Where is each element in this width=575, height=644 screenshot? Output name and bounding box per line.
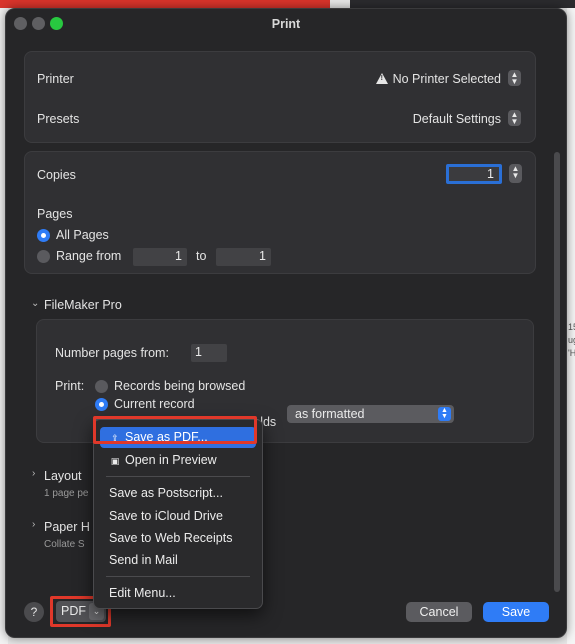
background-app-bar-red bbox=[0, 0, 330, 8]
help-button[interactable]: ? bbox=[24, 602, 44, 622]
cancel-button[interactable]: Cancel bbox=[406, 602, 472, 622]
range-from-label: Range from bbox=[56, 249, 122, 263]
menu-item-send-in-mail[interactable]: Send in Mail bbox=[100, 550, 256, 571]
menu-item-open-in-preview[interactable]: ▣ Open in Preview bbox=[100, 450, 256, 471]
copies-pages-panel: Copies 1 ▲ ▼ Pages All Pages Range from 1… bbox=[24, 151, 536, 274]
formatted-value: as formatted bbox=[295, 407, 365, 421]
layout-section-subtitle: 1 page pe bbox=[44, 488, 89, 499]
pdf-dropdown-menu: ⇪ Save as PDF... ▣ Open in Preview Save as… bbox=[93, 419, 263, 609]
print-label: Print: bbox=[55, 379, 85, 393]
chevron-down-icon[interactable]: ⌄ bbox=[31, 298, 39, 309]
scrollbar[interactable] bbox=[554, 152, 560, 592]
print-dialog: Print Printer ! No Printer Selected ▲ ▼ Pr… bbox=[5, 8, 567, 638]
copies-label: Copies bbox=[37, 168, 76, 182]
filemaker-section-header[interactable]: FileMaker Pro bbox=[44, 298, 122, 312]
background-text-fragment: 'H bbox=[568, 348, 575, 358]
menu-item-edit-menu[interactable]: Edit Menu... bbox=[100, 583, 256, 604]
up-down-chevron-icon: ▲ ▼ bbox=[438, 407, 451, 421]
paper-section-header[interactable]: Paper H bbox=[44, 520, 90, 534]
all-pages-radio[interactable] bbox=[37, 229, 50, 242]
records-browsed-radio[interactable] bbox=[95, 380, 108, 393]
warning-icon: ! bbox=[375, 73, 388, 84]
chevron-right-icon[interactable]: › bbox=[32, 468, 35, 479]
all-pages-label: All Pages bbox=[56, 228, 109, 242]
number-pages-label: Number pages from: bbox=[55, 346, 169, 360]
menu-separator bbox=[106, 476, 250, 477]
menu-item-label: Open in Preview bbox=[125, 453, 217, 467]
printer-value: No Printer Selected bbox=[392, 72, 501, 86]
up-down-chevron-icon[interactable]: ▲ ▼ bbox=[508, 70, 521, 86]
menu-item-save-as-postscript[interactable]: Save as Postscript... bbox=[100, 483, 256, 504]
copies-field[interactable]: 1 bbox=[446, 164, 502, 184]
formatted-popup[interactable]: as formatted ▲ ▼ bbox=[287, 405, 454, 423]
chevron-right-icon[interactable]: › bbox=[32, 519, 35, 530]
current-record-radio[interactable] bbox=[95, 398, 108, 411]
window-title: Print bbox=[271, 17, 301, 31]
printer-label: Printer bbox=[37, 72, 74, 86]
title-bar: Print bbox=[6, 9, 566, 39]
presets-popup[interactable]: Default Settings bbox=[413, 112, 501, 126]
range-from-radio[interactable] bbox=[37, 250, 50, 263]
layout-section-header[interactable]: Layout bbox=[44, 469, 82, 483]
background-text-fragment: ug bbox=[568, 335, 575, 345]
save-as-pdf-highlight bbox=[93, 416, 257, 444]
paper-section-subtitle: Collate S bbox=[44, 539, 85, 550]
printer-popup[interactable]: ! No Printer Selected bbox=[375, 72, 501, 86]
number-pages-field[interactable]: 1 bbox=[191, 344, 227, 362]
current-record-label: Current record bbox=[114, 397, 195, 411]
copies-stepper[interactable]: ▲ ▼ bbox=[509, 164, 522, 183]
menu-item-save-to-icloud[interactable]: Save to iCloud Drive bbox=[100, 506, 256, 527]
save-button[interactable]: Save bbox=[483, 602, 549, 622]
up-down-chevron-icon[interactable]: ▲ ▼ bbox=[508, 110, 521, 126]
range-to-field[interactable]: 1 bbox=[216, 248, 271, 266]
background-text-fragment: 15 bbox=[568, 322, 575, 332]
range-to-label: to bbox=[196, 249, 207, 263]
printer-presets-panel: Printer ! No Printer Selected ▲ ▼ Presets … bbox=[24, 51, 536, 143]
pages-label: Pages bbox=[37, 207, 73, 221]
menu-separator bbox=[106, 576, 250, 577]
preview-icon: ▣ bbox=[110, 456, 120, 466]
range-from-field[interactable]: 1 bbox=[133, 248, 187, 266]
presets-label: Presets bbox=[37, 112, 80, 126]
records-browsed-label: Records being browsed bbox=[114, 379, 246, 393]
menu-item-save-to-web-receipts[interactable]: Save to Web Receipts bbox=[100, 528, 256, 549]
background-app-bar-dark bbox=[350, 0, 575, 8]
